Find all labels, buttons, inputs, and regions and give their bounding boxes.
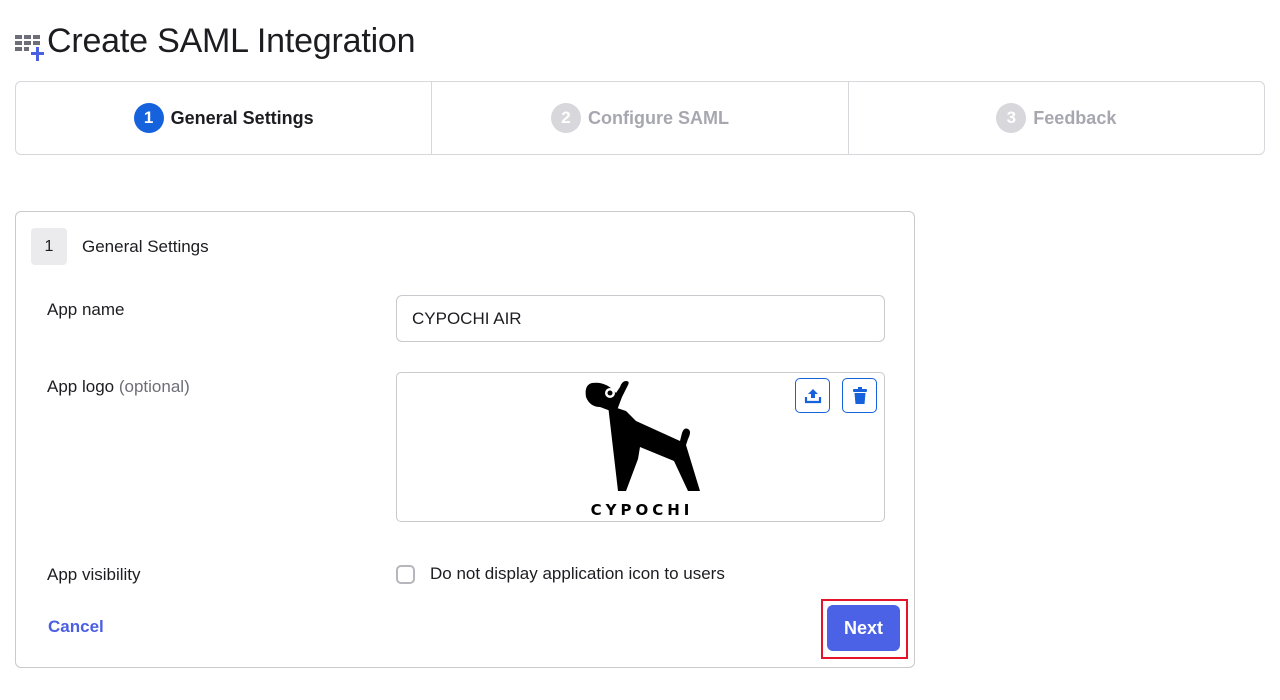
app-visibility-label: App visibility bbox=[47, 565, 141, 584]
step-number-badge: 3 bbox=[996, 103, 1027, 133]
next-button[interactable]: Next bbox=[827, 605, 900, 651]
app-logo-preview: CYPOCHI bbox=[396, 372, 885, 522]
app-name-input[interactable] bbox=[396, 295, 885, 342]
general-settings-card: 1 General Settings App name App logo (op… bbox=[15, 211, 915, 668]
step-label: General Settings bbox=[170, 107, 314, 128]
trash-icon bbox=[852, 386, 867, 404]
step-general-settings[interactable]: 1 General Settings bbox=[16, 82, 433, 154]
step-number-badge: 2 bbox=[550, 103, 581, 133]
hide-icon-checkbox-label[interactable]: Do not display application icon to users bbox=[430, 564, 725, 584]
card-step-number: 1 bbox=[31, 228, 67, 265]
cancel-button[interactable]: Cancel bbox=[48, 617, 104, 637]
step-feedback[interactable]: 3 Feedback bbox=[849, 82, 1264, 154]
step-label: Configure SAML bbox=[587, 107, 729, 128]
app-name-label: App name bbox=[47, 300, 125, 319]
card-title: General Settings bbox=[82, 236, 209, 256]
page-title: Create SAML Integration bbox=[47, 21, 416, 60]
page-header: Create SAML Integration bbox=[15, 20, 416, 62]
step-label: Feedback bbox=[1033, 107, 1117, 128]
hide-icon-checkbox-row[interactable]: Do not display application icon to users bbox=[396, 564, 725, 584]
cypochi-logo-image: CYPOCHI bbox=[585, 381, 700, 519]
upload-icon bbox=[804, 388, 821, 403]
app-logo-label-text: App logo bbox=[47, 377, 115, 396]
step-number-badge: 1 bbox=[133, 103, 164, 133]
upload-logo-button[interactable] bbox=[795, 378, 830, 413]
optional-hint: (optional) bbox=[118, 377, 190, 396]
step-configure-saml[interactable]: 2 Configure SAML bbox=[432, 82, 849, 154]
app-logo-label: App logo (optional) bbox=[47, 377, 190, 397]
hide-icon-checkbox[interactable] bbox=[396, 564, 415, 584]
add-app-grid-icon bbox=[15, 25, 47, 61]
logo-wordmark: CYPOCHI bbox=[591, 501, 694, 519]
wizard-stepper: 1 General Settings 2 Configure SAML 3 Fe… bbox=[15, 81, 1265, 155]
card-header: 1 General Settings bbox=[31, 228, 209, 265]
delete-logo-button[interactable] bbox=[842, 378, 877, 413]
